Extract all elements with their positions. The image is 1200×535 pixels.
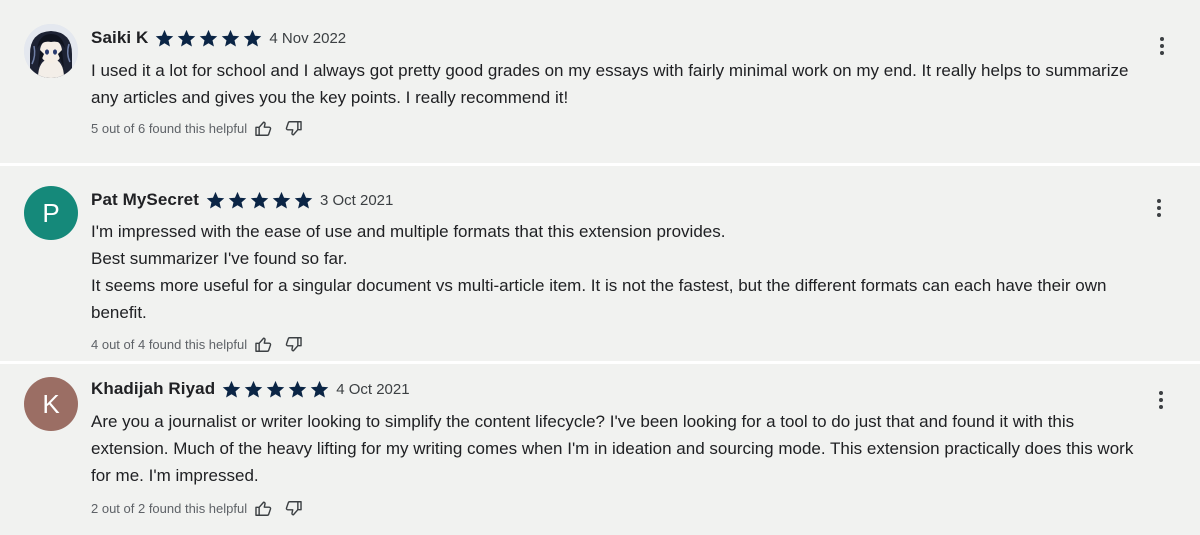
review-header: Saiki K 4 Nov 2022 <box>91 26 346 50</box>
thumbs-up-icon[interactable] <box>254 335 273 354</box>
thumbs-down-icon[interactable] <box>284 119 303 138</box>
star-icon <box>178 29 196 46</box>
helpful-row: 5 out of 6 found this helpful <box>91 118 303 138</box>
helpful-row: 2 out of 2 found this helpful <box>91 498 303 518</box>
review-card: P Pat MySecret 3 Oct 2021 I'm impressed … <box>0 166 1200 361</box>
author-name: Saiki K <box>91 28 149 47</box>
avatar <box>24 24 78 78</box>
star-rating <box>221 379 330 400</box>
star-rating <box>154 28 263 49</box>
review-date: 4 Nov 2022 <box>269 29 347 47</box>
star-icon <box>228 191 247 208</box>
more-vert-icon[interactable] <box>1149 388 1173 412</box>
star-icon <box>266 380 285 397</box>
review-card: Saiki K 4 Nov 2022 I used it a lot for s… <box>0 0 1200 163</box>
author-name: Khadijah Riyad <box>91 379 216 398</box>
thumbs-down-icon[interactable] <box>284 335 303 354</box>
review-text: I used it a lot for school and I always … <box>91 57 1151 111</box>
star-icon <box>310 380 329 397</box>
avatar-letter: P <box>42 198 60 228</box>
helpful-row: 4 out of 4 found this helpful <box>91 334 303 354</box>
review-text: Are you a journalist or writer looking t… <box>91 408 1151 489</box>
star-icon <box>294 191 313 208</box>
review-paragraph: Are you a journalist or writer looking t… <box>91 412 1134 485</box>
thumbs-up-icon[interactable] <box>254 119 273 138</box>
more-vert-icon[interactable] <box>1147 196 1171 220</box>
avatar: K <box>24 377 78 431</box>
review-header: Pat MySecret 3 Oct 2021 <box>91 188 393 212</box>
star-icon <box>222 29 240 46</box>
star-icon <box>206 191 225 208</box>
helpful-count: 2 out of 2 found this helpful <box>91 500 248 516</box>
star-icon <box>156 29 174 46</box>
review-paragraph: It seems more useful for a singular docu… <box>91 276 1107 322</box>
star-rating <box>205 190 314 211</box>
review-paragraph: I'm impressed with the ease of use and m… <box>91 222 726 241</box>
star-icon <box>272 191 291 208</box>
avatar: P <box>24 186 78 240</box>
review-paragraph: I used it a lot for school and I always … <box>91 61 1129 107</box>
helpful-count: 4 out of 4 found this helpful <box>91 336 248 352</box>
star-icon <box>200 29 218 46</box>
thumbs-up-icon[interactable] <box>254 499 273 518</box>
author-name: Pat MySecret <box>91 190 199 209</box>
star-icon <box>250 191 269 208</box>
helpful-count: 5 out of 6 found this helpful <box>91 120 248 136</box>
avatar-image <box>24 24 78 78</box>
more-vert-icon[interactable] <box>1150 34 1174 58</box>
review-date: 3 Oct 2021 <box>319 191 394 209</box>
star-icon <box>288 380 307 397</box>
review-paragraph: Best summarizer I've found so far. <box>91 249 348 268</box>
review-date: 4 Oct 2021 <box>336 380 410 398</box>
star-icon <box>244 380 263 397</box>
star-icon <box>222 380 241 397</box>
avatar-letter: K <box>42 389 60 419</box>
thumbs-down-icon[interactable] <box>284 499 303 518</box>
star-icon <box>244 29 262 46</box>
review-header: Khadijah Riyad 4 Oct 2021 <box>91 377 410 401</box>
review-text: I'm impressed with the ease of use and m… <box>91 218 1151 326</box>
review-card: K Khadijah Riyad 4 Oct 2021 Are you a jo… <box>0 364 1200 535</box>
